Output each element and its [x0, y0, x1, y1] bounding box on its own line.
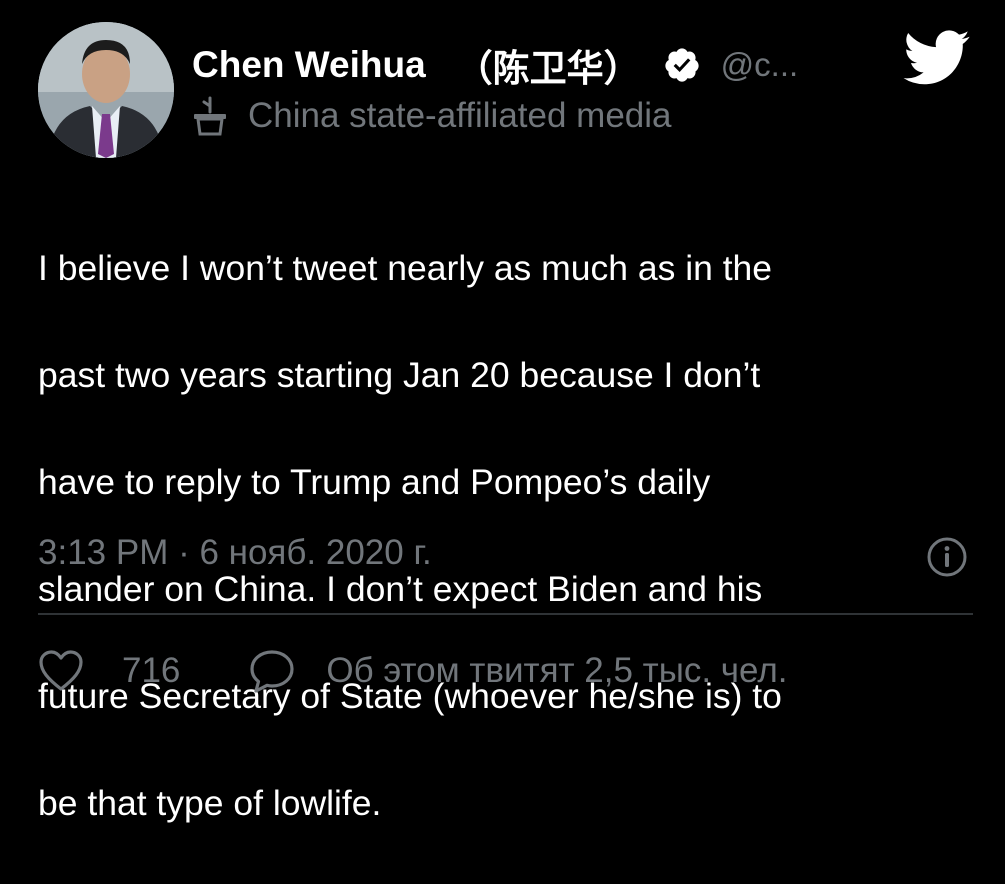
- engagement-bar: 716 Об этом твитят 2,5 тыс. чел.: [38, 648, 788, 694]
- state-media-podium-icon: [192, 96, 228, 136]
- avatar[interactable]: [38, 22, 174, 158]
- divider: [38, 613, 973, 615]
- verified-badge-icon: [663, 46, 701, 84]
- discussion-count[interactable]: Об этом твитят 2,5 тыс. чел.: [326, 651, 787, 691]
- tweet-line: past two years starting Jan 20 because I…: [38, 354, 761, 395]
- state-affiliation-label[interactable]: China state-affiliated media: [192, 96, 672, 136]
- heart-icon[interactable]: [38, 649, 84, 693]
- author-name-row[interactable]: Chen Weihua （陈卫华） @c...: [192, 38, 798, 92]
- native-name[interactable]: （陈卫华）: [456, 38, 641, 92]
- tweet-line: have to reply to Trump and Pompeo’s dail…: [38, 461, 711, 502]
- author-handle[interactable]: @c...: [721, 46, 799, 84]
- like-count[interactable]: 716: [122, 651, 180, 691]
- display-name[interactable]: Chen Weihua: [192, 44, 426, 86]
- tweet-line: I believe I won’t tweet nearly as much a…: [38, 247, 773, 288]
- info-icon[interactable]: [926, 536, 968, 578]
- tweet-timestamp[interactable]: 3:13 PM · 6 нояб. 2020 г.: [38, 533, 432, 573]
- affiliation-text: China state-affiliated media: [248, 96, 672, 135]
- twitter-bird-icon: [902, 30, 972, 86]
- tweet-line: be that type of lowlife.: [38, 782, 382, 823]
- speech-bubble-icon[interactable]: [248, 648, 296, 694]
